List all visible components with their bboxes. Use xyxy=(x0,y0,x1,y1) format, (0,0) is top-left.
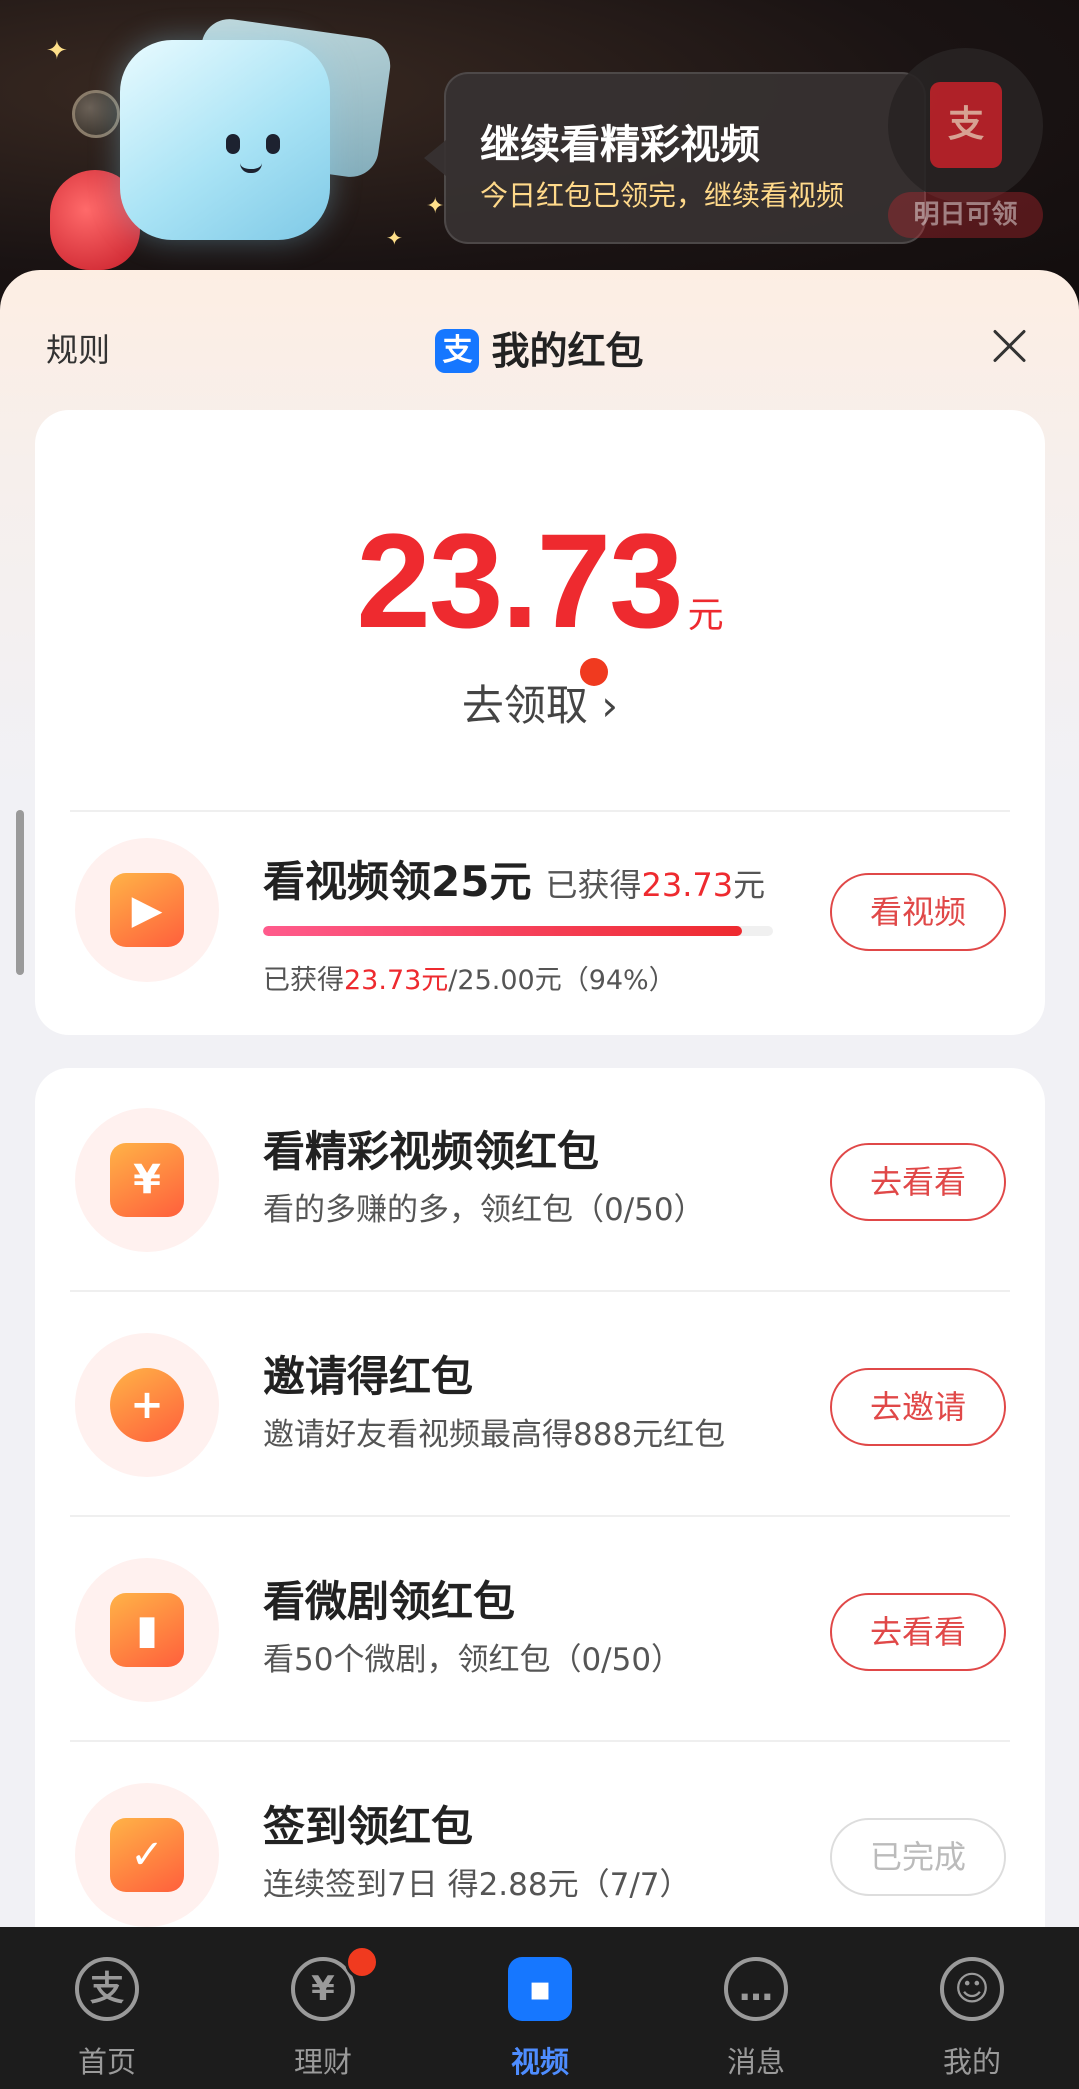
progress-bar-fill xyxy=(263,926,743,936)
progress-detail-prefix: 已获得 xyxy=(263,965,344,996)
collect-button[interactable]: 去领取 › xyxy=(35,672,1045,733)
task-title: 看微剧领红包 xyxy=(263,1577,516,1626)
sparkle-icon: ✦ xyxy=(386,226,403,250)
tomorrow-claim-label: 明日可领 xyxy=(888,192,1043,238)
progress-bar xyxy=(263,926,773,936)
mascot-eye xyxy=(226,134,240,154)
task-description: 看的多赚的多，领红包（0/50） xyxy=(263,1192,705,1228)
go-watch-button[interactable]: 去看看 xyxy=(830,1143,1006,1221)
bottom-nav: 支 首页 ¥ 理财 ▪ 视频 … 消息 ☺ 我的 xyxy=(0,1927,1079,2089)
close-icon[interactable] xyxy=(984,320,1034,370)
list-item: ▮ 看微剧领红包 看50个微剧，领红包（0/50） 去看看 xyxy=(35,1518,1045,1708)
sparkle-icon: ✦ xyxy=(426,194,445,219)
collect-label: 去领取 xyxy=(461,681,588,730)
nav-label: 视频 xyxy=(510,2045,569,2079)
nav-item-profile[interactable]: ☺ 我的 xyxy=(902,1927,1042,2089)
progress-detail-amount: 23.73元 xyxy=(344,965,449,996)
progress-task-title-text: 看视频领25元 xyxy=(263,857,532,906)
task-list-card: ¥ 看精彩视频领红包 看的多赚的多，领红包（0/50） 去看看 + 邀请得红包 … xyxy=(35,1068,1045,1968)
watch-video-button[interactable]: 看视频 xyxy=(830,873,1006,951)
earned-unit: 元 xyxy=(733,866,766,904)
divider xyxy=(70,1740,1010,1742)
task-description: 连续签到7日 得2.88元（7/7） xyxy=(263,1867,691,1903)
nav-item-video[interactable]: ▪ 视频 xyxy=(470,1927,610,2089)
invite-user-icon: + xyxy=(110,1368,184,1442)
progress-detail-suffix: /25.00元（94%） xyxy=(448,965,676,996)
yuan-icon: ¥ xyxy=(110,1143,184,1217)
task-description: 邀请好友看视频最高得888元红包 xyxy=(263,1417,726,1453)
completed-button[interactable]: 已完成 xyxy=(830,1818,1006,1896)
promo-banner: ✦ ✦ ✦ 继续看精彩视频 今日红包已领完，继续看视频 支 明日可领 xyxy=(0,0,1079,300)
nav-label: 消息 xyxy=(726,2045,785,2079)
notification-dot xyxy=(580,658,608,686)
divider xyxy=(70,1515,1010,1517)
notification-badge xyxy=(345,1945,379,1979)
mascot-eye xyxy=(266,134,280,154)
banner-title: 继续看精彩视频 xyxy=(480,122,760,168)
task-title: 看精彩视频领红包 xyxy=(263,1127,600,1176)
red-packet-sheet: 规则 支我的红包 23.73 元 去领取 › ▶ 看视频领25元 已获得23.73元… xyxy=(0,270,1079,1968)
scrollbar[interactable] xyxy=(16,810,24,975)
list-item: ¥ 看精彩视频领红包 看的多赚的多，领红包（0/50） 去看看 xyxy=(35,1068,1045,1258)
profile-icon: ☺ xyxy=(940,1957,1004,2021)
divider xyxy=(70,1290,1010,1292)
list-item: ✓ 签到领红包 连续签到7日 得2.88元（7/7） 已完成 xyxy=(35,1743,1045,1933)
progress-task-title: 看视频领25元 已获得23.73元 xyxy=(263,848,765,909)
earned-amount: 23.73 xyxy=(641,866,734,904)
list-item: + 邀请得红包 邀请好友看视频最高得888元红包 去邀请 xyxy=(35,1293,1045,1483)
red-packet-icon: 支 xyxy=(930,82,1002,168)
balance-value: 23.73 xyxy=(356,507,683,656)
video-icon: ▪ xyxy=(508,1957,572,2021)
task-title: 签到领红包 xyxy=(263,1802,474,1851)
play-icon: ▶ xyxy=(110,873,184,947)
sheet-title: 支我的红包 xyxy=(0,320,1079,376)
balance-amount: 23.73 元 xyxy=(35,505,1045,658)
invite-button[interactable]: 去邀请 xyxy=(830,1368,1006,1446)
nav-item-messages[interactable]: … 消息 xyxy=(686,1927,826,2089)
tv-icon: ▮ xyxy=(110,1593,184,1667)
nav-label: 理财 xyxy=(293,2045,352,2079)
calendar-check-icon: ✓ xyxy=(110,1818,184,1892)
task-description: 看50个微剧，领红包（0/50） xyxy=(263,1642,683,1678)
alipay-home-icon: 支 xyxy=(75,1957,139,2021)
nav-item-wealth[interactable]: ¥ 理财 xyxy=(253,1927,393,2089)
earned-prefix: 已获得 xyxy=(545,866,642,904)
balance-card: 23.73 元 去领取 › ▶ 看视频领25元 已获得23.73元 已获得23.73… xyxy=(35,410,1045,1035)
task-title: 邀请得红包 xyxy=(263,1352,474,1401)
progress-detail: 已获得23.73元/25.00元（94%） xyxy=(263,958,676,997)
coin-icon xyxy=(72,90,120,138)
balance-unit: 元 xyxy=(687,595,724,636)
banner-subtitle: 今日红包已领完，继续看视频 xyxy=(480,179,845,212)
sheet-title-text: 我的红包 xyxy=(491,329,644,373)
chevron-right-icon: › xyxy=(601,681,619,730)
alipay-logo-icon: 支 xyxy=(435,328,480,373)
mascot-graphic xyxy=(120,40,330,240)
message-icon: … xyxy=(724,1957,788,2021)
nav-label: 首页 xyxy=(77,2045,136,2079)
video-progress-task: ▶ 看视频领25元 已获得23.73元 已获得23.73元/25.00元（94%）… xyxy=(35,810,1045,1035)
go-watch-drama-button[interactable]: 去看看 xyxy=(830,1593,1006,1671)
nav-item-home[interactable]: 支 首页 xyxy=(37,1927,177,2089)
earned-summary: 已获得23.73元 xyxy=(545,866,765,904)
sparkle-icon: ✦ xyxy=(46,36,68,66)
speech-bubble[interactable]: 继续看精彩视频 今日红包已领完，继续看视频 xyxy=(424,72,926,244)
nav-label: 我的 xyxy=(942,2045,1001,2079)
